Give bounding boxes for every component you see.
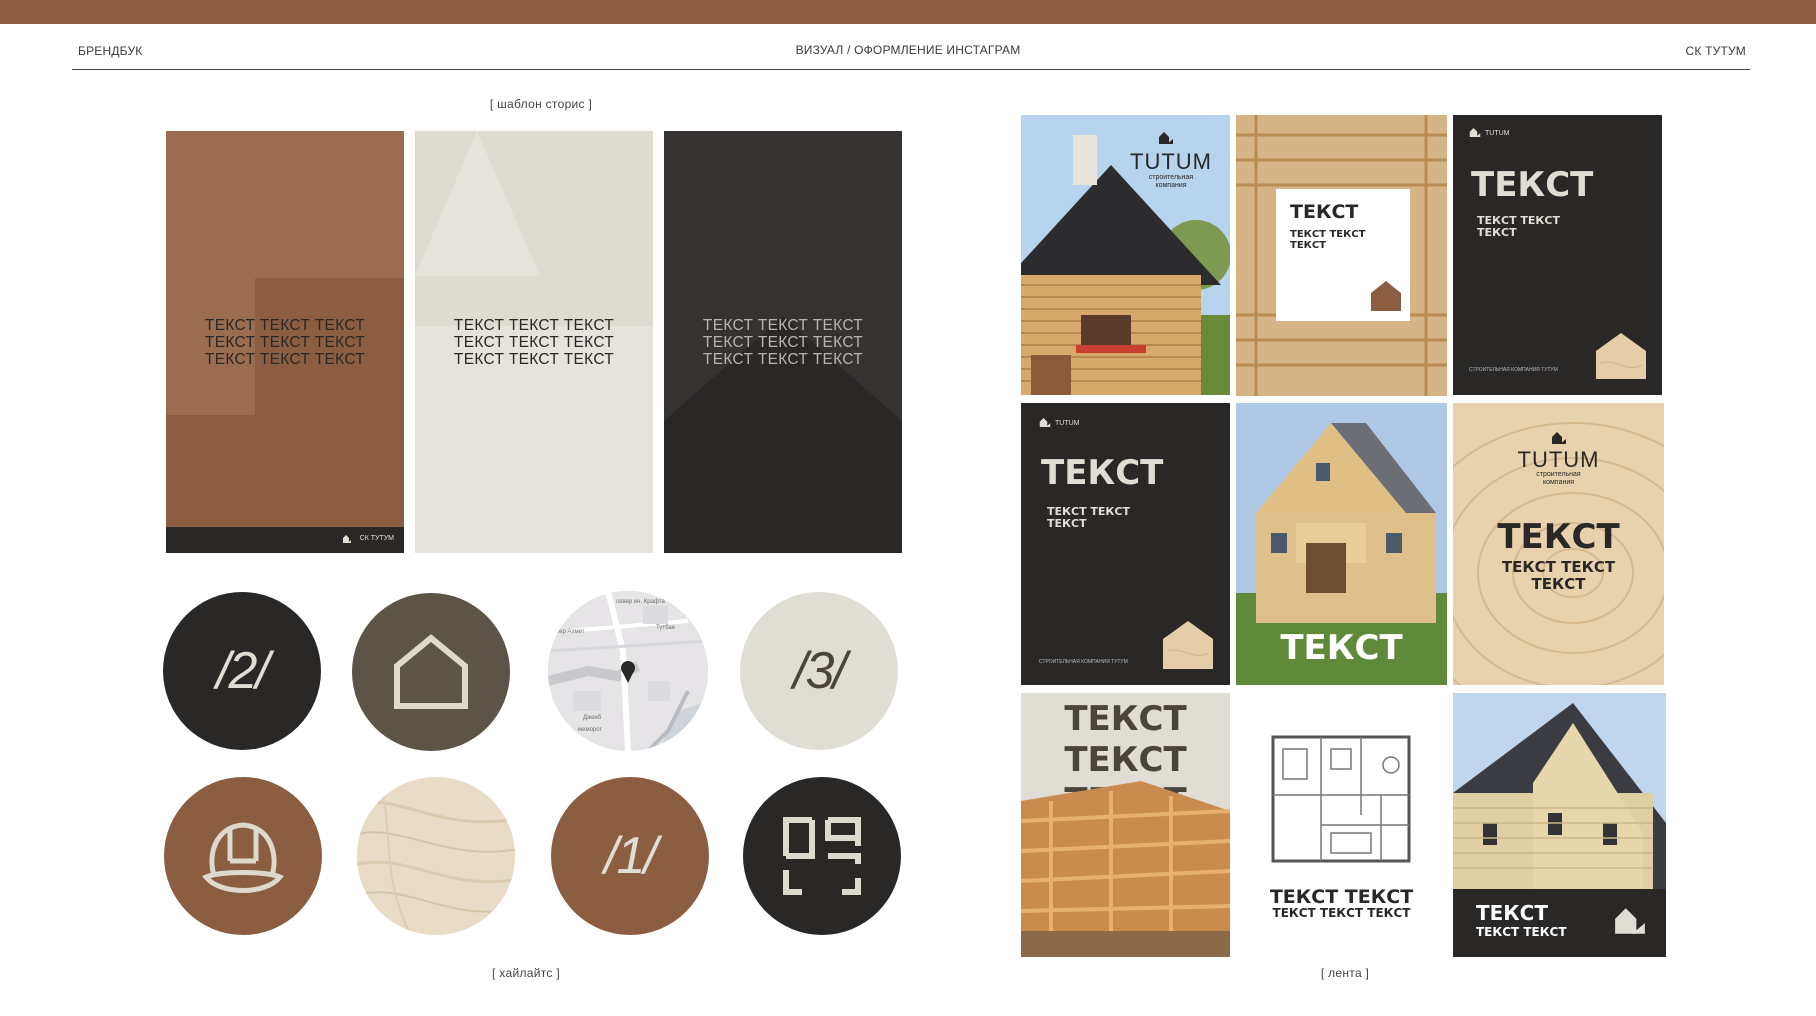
- floor-plan-drawing: [1271, 735, 1411, 863]
- highlight-label: /1/: [604, 827, 658, 885]
- logo-icon: [343, 535, 351, 543]
- tile-title: ТЕКСТ: [1471, 165, 1594, 205]
- story-footer-label: СК ТУТУМ: [359, 535, 394, 542]
- feed-tile-text-photo[interactable]: ТЕКСТ ТЕКСТ ТЕКСТ: [1021, 693, 1230, 957]
- highlight-helmet[interactable]: [164, 777, 322, 935]
- highlight-house[interactable]: [352, 593, 510, 751]
- tile-title: ТЕКСТ: [1280, 628, 1403, 668]
- highlight-label: /2/: [216, 642, 270, 700]
- tile-dark-strip: ТЕКСТ ТЕКСТ ТЕКСТ: [1453, 889, 1666, 957]
- story-text: ТЕКСТ ТЕКСТ ТЕКСТ ТЕКСТ ТЕКСТ ТЕКСТ ТЕКС…: [453, 317, 615, 368]
- highlight-floorplan[interactable]: [743, 777, 901, 935]
- top-bar: [0, 0, 1816, 24]
- highlight-2[interactable]: /2/: [163, 592, 321, 750]
- tile-footer: СТРОИТЕЛЬНАЯ КОМПАНИЯ ТУТУМ: [1469, 367, 1558, 373]
- wood-texture-icon: [357, 777, 515, 935]
- highlight-1[interactable]: /1/: [551, 777, 709, 935]
- logo-icon: [1039, 418, 1051, 427]
- header-right: СК ТУТУМ: [1685, 44, 1746, 58]
- story-shape: [166, 131, 255, 415]
- logo-icon: [1552, 432, 1566, 444]
- content-card: ТЕКСТ ТЕКСТ ТЕКСТ ТЕКСТ: [1276, 189, 1410, 321]
- wood-house-icon: [1596, 333, 1646, 379]
- feed-tile-house-text[interactable]: ТЕКСТ: [1236, 403, 1447, 685]
- header-center: ВИЗУАЛ / ОФОРМЛЕНИЕ ИНСТАГРАМ: [795, 43, 1021, 57]
- feed-caption: [ лента ]: [1320, 966, 1370, 980]
- feed-tile-dark-1[interactable]: TUTUM ТЕКСТ ТЕКСТ ТЕКСТ ТЕКСТ СТРОИТЕЛЬНА…: [1453, 115, 1662, 395]
- tile-line-1: ТЕКСТ: [1476, 901, 1548, 925]
- house-icon: [1371, 281, 1401, 311]
- hard-hat-icon: [202, 822, 284, 893]
- tile-line-1: ТЕКСТ ТЕКСТ: [1269, 886, 1414, 908]
- card-title: ТЕКСТ: [1290, 201, 1359, 223]
- highlight-label: /3/: [793, 642, 847, 700]
- stories-caption: [ шаблон сторис ]: [489, 97, 593, 111]
- highlight-wood[interactable]: [357, 777, 515, 935]
- tile-lines: ТЕКСТ ТЕКСТ ТЕКСТ: [1501, 558, 1616, 593]
- brand-subtitle: строительная компания: [1148, 174, 1194, 189]
- brand-name: TUTUM: [1517, 447, 1600, 472]
- feed-tile-house-strip[interactable]: ТЕКСТ ТЕКСТ ТЕКСТ: [1453, 693, 1666, 957]
- svg-text:меморог: меморог: [578, 727, 603, 733]
- brand-subtitle: строительная компания: [1536, 471, 1581, 486]
- tile-footer: СТРОИТЕЛЬНАЯ КОМПАНИЯ ТУТУМ: [1039, 659, 1128, 665]
- floor-plan-icon: [783, 817, 861, 895]
- feed-tile-frame-card[interactable]: ТЕКСТ ТЕКСТ ТЕКСТ ТЕКСТ: [1236, 115, 1447, 396]
- story-triangle-shape: [415, 131, 540, 276]
- tile-title: ТЕКСТ: [1497, 517, 1620, 557]
- story-template-brown: ТЕКСТ ТЕКСТ ТЕКСТ ТЕКСТ ТЕКСТ ТЕКСТ ТЕКС…: [166, 131, 404, 553]
- highlight-3[interactable]: /3/: [740, 592, 898, 750]
- story-text: ТЕКСТ ТЕКСТ ТЕКСТ ТЕКСТ ТЕКСТ ТЕКСТ ТЕКС…: [702, 317, 864, 368]
- svg-text:свер Ахмет: свер Ахмет: [553, 629, 585, 635]
- feed-tile-floorplan[interactable]: ТЕКСТ ТЕКСТ ТЕКСТ ТЕКСТ ТЕКСТ: [1236, 693, 1447, 957]
- wood-house-icon: [1163, 621, 1213, 669]
- tile-subtitle: ТЕКСТ ТЕКСТ ТЕКСТ: [1477, 214, 1560, 239]
- svg-text:север ин. Крафта: север ин. Крафта: [616, 599, 665, 605]
- tile-subtitle: ТЕКСТ ТЕКСТ ТЕКСТ: [1047, 505, 1130, 530]
- story-shape: [255, 131, 404, 278]
- logo-icon: [1469, 128, 1481, 137]
- house-outline-icon: [394, 634, 468, 709]
- feed-tile-house-photo[interactable]: TUTUM строительная компания: [1021, 115, 1230, 395]
- logo-icon: [1615, 908, 1645, 934]
- highlight-map[interactable]: север ин. Крафта свер Ахмет Тутбае Джеиб…: [548, 591, 708, 751]
- map-icon: север ин. Крафта свер Ахмет Тутбае Джеиб…: [548, 591, 708, 751]
- story-footer-bar: СК ТУТУМ: [166, 527, 404, 553]
- story-template-light: ТЕКСТ ТЕКСТ ТЕКСТ ТЕКСТ ТЕКСТ ТЕКСТ ТЕКС…: [415, 131, 653, 553]
- story-text: ТЕКСТ ТЕКСТ ТЕКСТ ТЕКСТ ТЕКСТ ТЕКСТ ТЕКС…: [204, 317, 366, 368]
- brand-name: TUTUM: [1130, 149, 1212, 174]
- svg-text:Тутбае: Тутбае: [656, 625, 676, 631]
- small-brand: TUTUM: [1485, 130, 1510, 137]
- card-subtitle: ТЕКСТ ТЕКСТ ТЕКСТ: [1290, 229, 1366, 251]
- header-divider: [72, 69, 1750, 70]
- tile-title: ТЕКСТ: [1041, 453, 1164, 493]
- svg-text:Джеиб: Джеиб: [583, 715, 602, 721]
- feed-tile-dark-2[interactable]: TUTUM ТЕКСТ ТЕКСТ ТЕКСТ ТЕКСТ СТРОИТЕЛЬНА…: [1021, 403, 1230, 685]
- timber-frame-photo: [1021, 781, 1230, 957]
- tile-line-2: ТЕКСТ ТЕКСТ: [1476, 925, 1567, 939]
- highlights-caption: [ хайлайтс ]: [492, 966, 560, 980]
- logo-icon: [1159, 132, 1173, 144]
- small-brand: TUTUM: [1055, 420, 1080, 427]
- story-template-dark: ТЕКСТ ТЕКСТ ТЕКСТ ТЕКСТ ТЕКСТ ТЕКСТ ТЕКС…: [664, 131, 902, 553]
- tile-line-2: ТЕКСТ ТЕКСТ ТЕКСТ: [1272, 906, 1411, 920]
- feed-tile-wood[interactable]: TUTUM строительная компания ТЕКСТ ТЕКСТ Т…: [1453, 403, 1664, 685]
